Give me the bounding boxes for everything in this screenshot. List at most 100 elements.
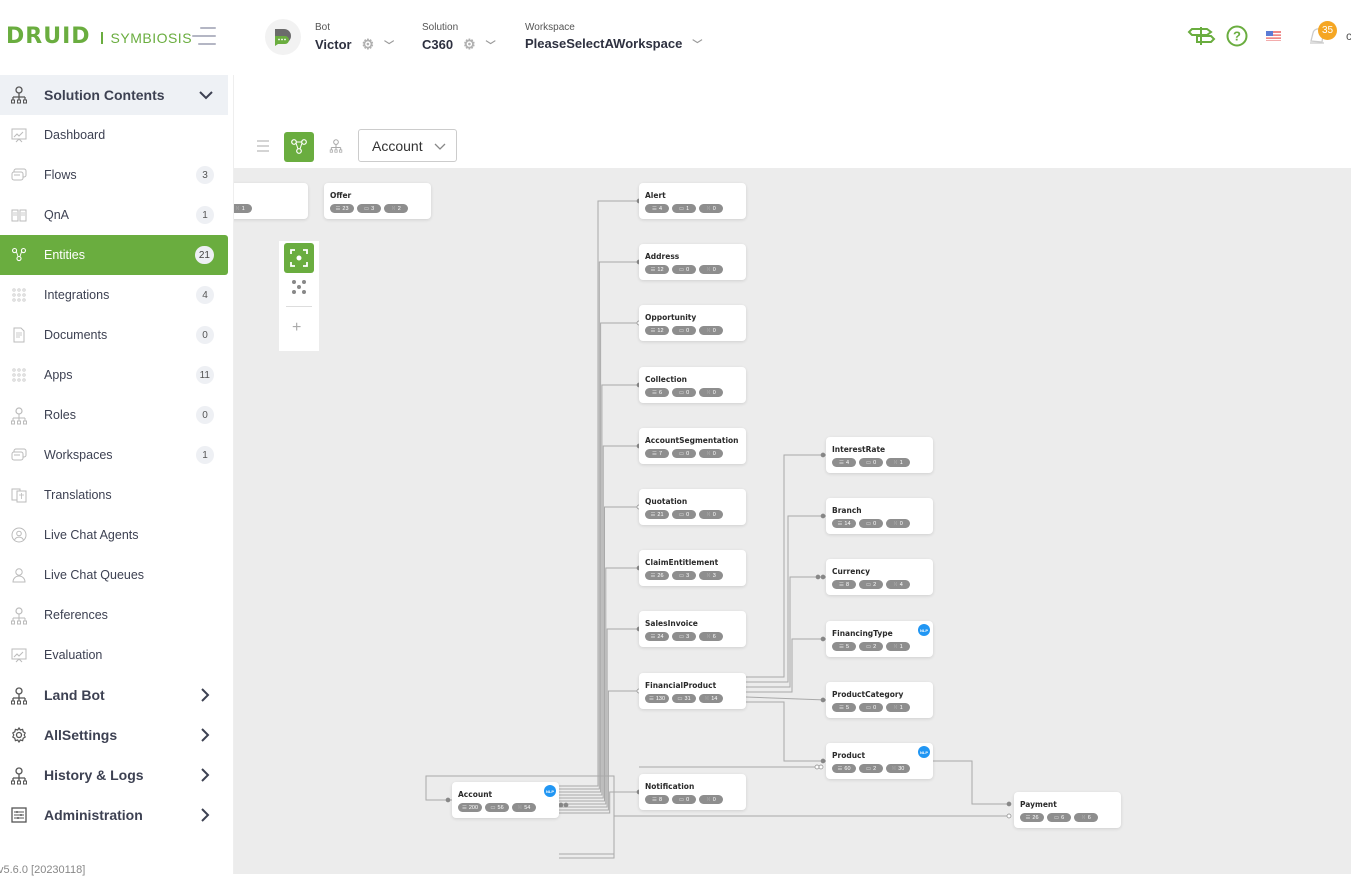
entity-node-alert[interactable]: Alert ☰ 4 ▭ 1 ⁙ 0: [639, 183, 746, 219]
entity-node-claimentitlement[interactable]: ClaimEntitlement ☰ 26 ▭ 3 ⁙ 3: [639, 550, 746, 586]
messages-pill: ▭ 0: [859, 458, 883, 467]
chevron-down-icon[interactable]: ﹀: [384, 37, 394, 52]
list-view-icon[interactable]: [256, 140, 270, 152]
messages-pill: ▭ 0: [859, 703, 883, 712]
sidebar-item-apps[interactable]: Apps 11: [0, 355, 228, 395]
section-solution-contents[interactable]: Solution Contents: [0, 75, 228, 115]
messages-pill: ▭ 3: [672, 571, 696, 580]
entity-node-notification[interactable]: Notification ☰ 8 ▭ 0 ⁙ 0: [639, 774, 746, 810]
entity-node-financialproduct[interactable]: FinancialProduct ☰ 130 ▭ 31 ⁙ 14: [639, 673, 746, 709]
entity-node-financingtype[interactable]: FinancingType ☰ 5 ▭ 2 ⁙ 1 NLP: [826, 621, 933, 657]
sidebar-item-qna[interactable]: QnA 1: [0, 195, 228, 235]
messages-pill: ▭ 0: [672, 326, 696, 335]
signpost-icon[interactable]: [1187, 25, 1217, 47]
fields-icon: ☰: [335, 205, 341, 212]
solution-selector[interactable]: Solution C360 ⚙ ﹀: [422, 22, 496, 53]
edge-endpoint: [1006, 801, 1012, 807]
entity-node-quotation[interactable]: Quotation ☰ 21 ▭ 0 ⁙ 0: [639, 489, 746, 525]
entity-node-payment[interactable]: Payment ☰ 26 ▭ 6 ⁙ 6: [1014, 792, 1121, 828]
chevron-down-icon[interactable]: ﹀: [692, 36, 702, 51]
solution-settings-icon[interactable]: ⚙: [463, 36, 476, 53]
sidebar-item-label: References: [44, 608, 108, 622]
entity-name: Opportunity: [645, 313, 697, 322]
lists-pill: ⁙ 0: [699, 510, 723, 519]
fields-icon: ☰: [839, 704, 844, 711]
sidebar-item-references[interactable]: References: [0, 595, 228, 635]
graph-view-button[interactable]: [284, 132, 314, 162]
message-icon: ▭: [678, 327, 685, 334]
divider: [286, 306, 312, 307]
sidebar-item-dashboard[interactable]: Dashboard: [0, 115, 228, 155]
sidebar-item-entities[interactable]: Entities 21: [0, 235, 228, 275]
group-allsettings[interactable]: AllSettings: [0, 715, 228, 755]
entity-node-currency[interactable]: Currency ☰ 8 ▭ 2 ⁙ 4: [826, 559, 933, 595]
chevron-right-icon[interactable]: [200, 728, 210, 742]
entity-name: Branch: [832, 506, 862, 515]
chevron-right-icon[interactable]: [200, 808, 210, 822]
lists-pill: ⁙ 14: [699, 694, 723, 703]
tree-view-icon[interactable]: [329, 139, 343, 153]
entity-node-branch[interactable]: Branch ☰ 14 ▭ 0 ⁙ 0: [826, 498, 933, 534]
sidebar-item-roles[interactable]: Roles 0: [0, 395, 228, 435]
entity-node-opportunity[interactable]: Opportunity ☰ 12 ▭ 0 ⁙ 0: [639, 305, 746, 341]
zoom-in-icon[interactable]: +: [292, 320, 301, 336]
entity-node-address[interactable]: Address ☰ 12 ▭ 0 ⁙ 0: [639, 244, 746, 280]
zoom-toolbar: +: [279, 241, 319, 351]
grid-icon: ⁙: [706, 389, 711, 396]
group-land-bot[interactable]: Land Bot: [0, 675, 228, 715]
entity-node-productcategory[interactable]: ProductCategory ☰ 5 ▭ 0 ⁙ 1: [826, 682, 933, 718]
sidebar-item-translations[interactable]: Translations: [0, 475, 228, 515]
group-label: Land Bot: [44, 687, 105, 703]
entity-node-account[interactable]: Account ☰ 200 ▭ 56 ⁙ 54 NLP: [452, 782, 559, 818]
edge-fp-financingtype: [746, 638, 826, 693]
layout-icon[interactable]: [291, 279, 307, 295]
chart-icon: [11, 127, 27, 143]
messages-pill: ▭ 0: [859, 519, 883, 528]
chevron-down-icon[interactable]: [198, 87, 214, 103]
edge-endpoint: [445, 797, 451, 803]
sidebar-item-live-chat-queues[interactable]: Live Chat Queues: [0, 555, 228, 595]
bot-label: Bot: [315, 22, 331, 33]
chevron-right-icon[interactable]: [200, 688, 210, 702]
logo[interactable]: DRUID SYMBIOSIS: [6, 24, 192, 49]
entity-select[interactable]: Account: [358, 129, 457, 162]
bot-settings-icon[interactable]: ⚙: [362, 36, 375, 53]
grid-icon: ⁙: [893, 643, 898, 650]
sidebar-item-evaluation[interactable]: Evaluation: [0, 635, 228, 675]
grid-icon: [11, 367, 27, 383]
entity-node-salesinvoice[interactable]: SalesInvoice ☰ 24 ▭ 3 ⁙ 6: [639, 611, 746, 647]
entity-node-offer[interactable]: Offer ☰ 23 ▭ 3 ⁙ 2: [324, 183, 431, 219]
edge-account-payment: [559, 815, 1009, 855]
sidebar-item-workspaces[interactable]: Workspaces 1: [0, 435, 228, 475]
entity-node-collection[interactable]: Collection ☰ 6 ▭ 0 ⁙ 0: [639, 367, 746, 403]
menu-toggle-icon[interactable]: [192, 27, 216, 45]
entity-node-partial[interactable]: ▭0⁙1: [234, 183, 308, 219]
sidebar-item-flows[interactable]: Flows 3: [0, 155, 228, 195]
sidebar-item-integrations[interactable]: Integrations 4: [0, 275, 228, 315]
count-badge: 11: [195, 366, 214, 384]
lists-pill: ⁙ 30: [886, 764, 910, 773]
sidebar-item-live-chat-agents[interactable]: Live Chat Agents: [0, 515, 228, 555]
sidebar-item-documents[interactable]: Documents 0: [0, 315, 228, 355]
group-administration[interactable]: Administration: [0, 795, 228, 835]
message-icon: ▭: [678, 633, 685, 640]
chevron-right-icon[interactable]: [200, 768, 210, 782]
fit-view-button[interactable]: [284, 243, 314, 273]
user-menu[interactable]: c: [1346, 29, 1351, 43]
sidebar-item-label: Flows: [44, 168, 77, 182]
message-icon: ▭: [678, 450, 685, 457]
diagram-canvas[interactable]: ▭0⁙1 Offer☰23▭3⁙2 Alert☰4▭1⁙0 Address☰12▭0⁙…: [234, 168, 1351, 874]
group-history-logs[interactable]: History & Logs: [0, 755, 228, 795]
flag-us-icon[interactable]: [1266, 31, 1281, 41]
entity-node-interestrate[interactable]: InterestRate ☰ 4 ▭ 0 ⁙ 1: [826, 437, 933, 473]
entity-node-product[interactable]: Product ☰ 60 ▭ 2 ⁙ 30 NLP: [826, 743, 933, 779]
entity-stats: ☰ 26 ▭ 3 ⁙ 3: [645, 571, 723, 580]
workspace-selector[interactable]: Workspace PleaseSelectAWorkspace ﹀: [525, 22, 702, 51]
help-icon[interactable]: ?: [1226, 25, 1248, 47]
chevron-down-icon[interactable]: ﹀: [486, 37, 496, 52]
queue-icon: [11, 567, 27, 583]
entity-node-accountsegmentation[interactable]: AccountSegmentation ☰ 7 ▭ 0 ⁙ 0: [639, 428, 746, 464]
bot-selector[interactable]: Bot Victor ⚙ ﹀: [315, 22, 394, 53]
group-label: Administration: [44, 807, 143, 823]
fields-icon: ☰: [652, 450, 657, 457]
